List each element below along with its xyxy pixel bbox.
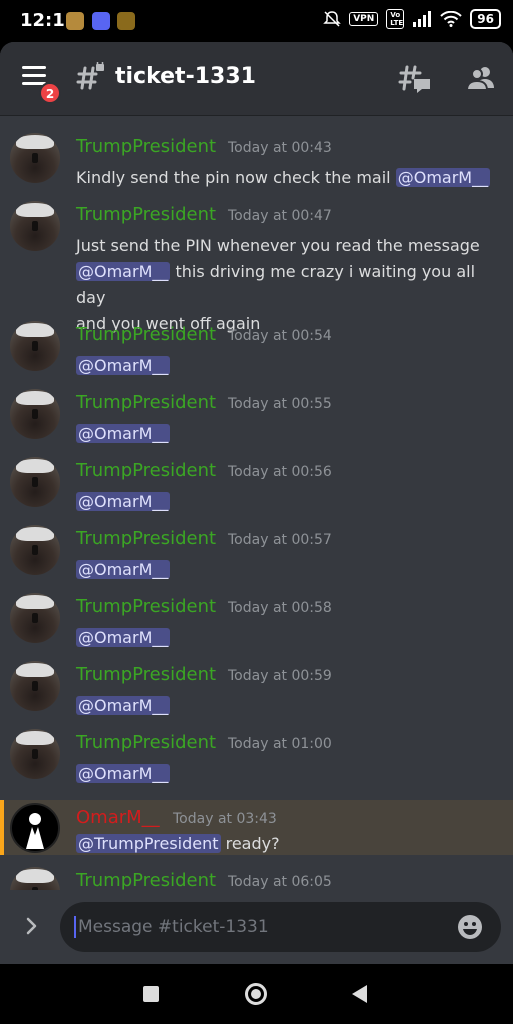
- avatar[interactable]: [10, 201, 60, 251]
- avatar[interactable]: [10, 457, 60, 507]
- avatar[interactable]: [10, 661, 60, 711]
- message-author[interactable]: TrumpPresident: [76, 324, 216, 345]
- user-mention[interactable]: @OmarM__: [76, 424, 171, 443]
- battery-indicator: 96: [470, 9, 501, 29]
- message-author[interactable]: TrumpPresident: [76, 460, 216, 481]
- message-author[interactable]: TrumpPresident: [76, 732, 216, 753]
- message-timestamp: Today at 00:55: [228, 396, 332, 412]
- message-timestamp: Today at 00:57: [228, 532, 332, 548]
- emoji-icon[interactable]: [457, 914, 483, 940]
- avatar[interactable]: [10, 593, 60, 643]
- message[interactable]: TrumpPresident Today at 00:54 @OmarM__: [0, 313, 513, 377]
- system-nav-bar: [0, 964, 513, 1024]
- message-timestamp: Today at 03:43: [173, 811, 277, 827]
- signal-icon: [413, 11, 432, 27]
- message-author[interactable]: TrumpPresident: [76, 136, 216, 157]
- message-content: @OmarM__: [76, 625, 496, 651]
- message-input[interactable]: [78, 902, 448, 952]
- discord-notification-icon: [92, 12, 110, 30]
- message[interactable]: TrumpPresident Today at 00:47 Just send …: [0, 193, 513, 333]
- message-composer: [0, 890, 513, 964]
- message-content: @OmarM__: [76, 489, 496, 515]
- message-content: Kindly send the pin now check the mail @…: [76, 168, 491, 187]
- message-list[interactable]: TrumpPresident Today at 00:43 Kindly sen…: [0, 115, 513, 890]
- status-bar: 12:11 VPN Vo LTE 96: [0, 0, 513, 42]
- user-mention[interactable]: @OmarM__: [395, 168, 491, 187]
- user-mention[interactable]: @OmarM__: [76, 628, 171, 647]
- message[interactable]: TrumpPresident Today at 00:56 @OmarM__: [0, 449, 513, 513]
- user-mention[interactable]: @OmarM__: [76, 696, 171, 715]
- avatar[interactable]: [10, 389, 60, 439]
- message-author[interactable]: TrumpPresident: [76, 204, 216, 225]
- game-notification-icon: [117, 12, 135, 30]
- avatar[interactable]: [10, 133, 60, 183]
- message[interactable]: TrumpPresident Today at 06:05: [0, 859, 513, 890]
- message-author[interactable]: OmarM__: [76, 807, 160, 828]
- channel-title: ticket-1331: [115, 64, 256, 89]
- message-timestamp: Today at 00:56: [228, 464, 332, 480]
- recents-button[interactable]: [143, 986, 159, 1002]
- message-author[interactable]: TrumpPresident: [76, 664, 216, 685]
- threads-icon[interactable]: [398, 64, 432, 96]
- avatar[interactable]: [10, 525, 60, 575]
- message-content: @OmarM__: [76, 693, 496, 719]
- message-timestamp: Today at 00:54: [228, 328, 332, 344]
- message-timestamp: Today at 01:00: [228, 736, 332, 752]
- message-timestamp: Today at 00:59: [228, 668, 332, 684]
- message[interactable]: TrumpPresident Today at 01:00 @OmarM__: [0, 721, 513, 785]
- message-content: @OmarM__: [76, 761, 496, 787]
- avatar[interactable]: [10, 729, 60, 779]
- message[interactable]: TrumpPresident Today at 00:59 @OmarM__: [0, 653, 513, 717]
- message-author[interactable]: TrumpPresident: [76, 392, 216, 413]
- message-content: @OmarM__: [76, 557, 496, 583]
- user-mention[interactable]: @OmarM__: [76, 764, 171, 783]
- message[interactable]: TrumpPresident Today at 00:55 @OmarM__: [0, 381, 513, 445]
- text-caret: [74, 916, 76, 938]
- message-timestamp: Today at 06:05: [228, 874, 332, 890]
- volte-badge: Vo LTE: [386, 9, 405, 29]
- user-mention[interactable]: @OmarM__: [76, 262, 171, 281]
- tuxedo-avatar-icon: [26, 813, 44, 849]
- status-icons: VPN Vo LTE 96: [323, 9, 501, 29]
- message[interactable]: TrumpPresident Today at 00:57 @OmarM__: [0, 517, 513, 581]
- text-channel-icon: [76, 62, 104, 90]
- user-mention[interactable]: @OmarM__: [76, 560, 171, 579]
- message[interactable]: TrumpPresident Today at 00:58 @OmarM__: [0, 585, 513, 649]
- home-button[interactable]: [245, 983, 267, 1005]
- user-mention[interactable]: @OmarM__: [76, 492, 171, 511]
- avatar[interactable]: [10, 321, 60, 371]
- message-input-box[interactable]: [60, 902, 501, 952]
- user-mention[interactable]: @OmarM__: [76, 356, 171, 375]
- channel-header: 2 ticket-1331: [0, 42, 513, 115]
- notification-badge: 2: [39, 82, 61, 104]
- user-mention[interactable]: @TrumpPresident: [76, 834, 221, 853]
- avatar[interactable]: [10, 803, 60, 853]
- mute-icon: [323, 11, 342, 27]
- members-icon[interactable]: [466, 64, 496, 94]
- discord-app: 2 ticket-1331 TrumpPresident Today at 00…: [0, 42, 513, 964]
- message[interactable]: TrumpPresident Today at 00:43 Kindly sen…: [0, 125, 513, 189]
- message-timestamp: Today at 00:58: [228, 600, 332, 616]
- back-button[interactable]: [352, 985, 367, 1003]
- message-author[interactable]: TrumpPresident: [76, 870, 216, 890]
- avatar[interactable]: [10, 867, 60, 890]
- message-timestamp: Today at 00:43: [228, 140, 332, 156]
- vpn-badge: VPN: [349, 12, 379, 26]
- wifi-icon: [440, 11, 463, 27]
- message-content: @OmarM__: [76, 421, 496, 447]
- message-content: @OmarM__: [76, 353, 496, 379]
- message-author[interactable]: TrumpPresident: [76, 528, 216, 549]
- message-highlighted[interactable]: OmarM__ Today at 03:43 @TrumpPresident r…: [0, 800, 513, 855]
- expand-icon[interactable]: [22, 916, 42, 936]
- message-timestamp: Today at 00:47: [228, 208, 332, 224]
- message-content: @TrumpPresident ready?: [76, 834, 280, 853]
- message-author[interactable]: TrumpPresident: [76, 596, 216, 617]
- notification-app-icon: [66, 12, 84, 30]
